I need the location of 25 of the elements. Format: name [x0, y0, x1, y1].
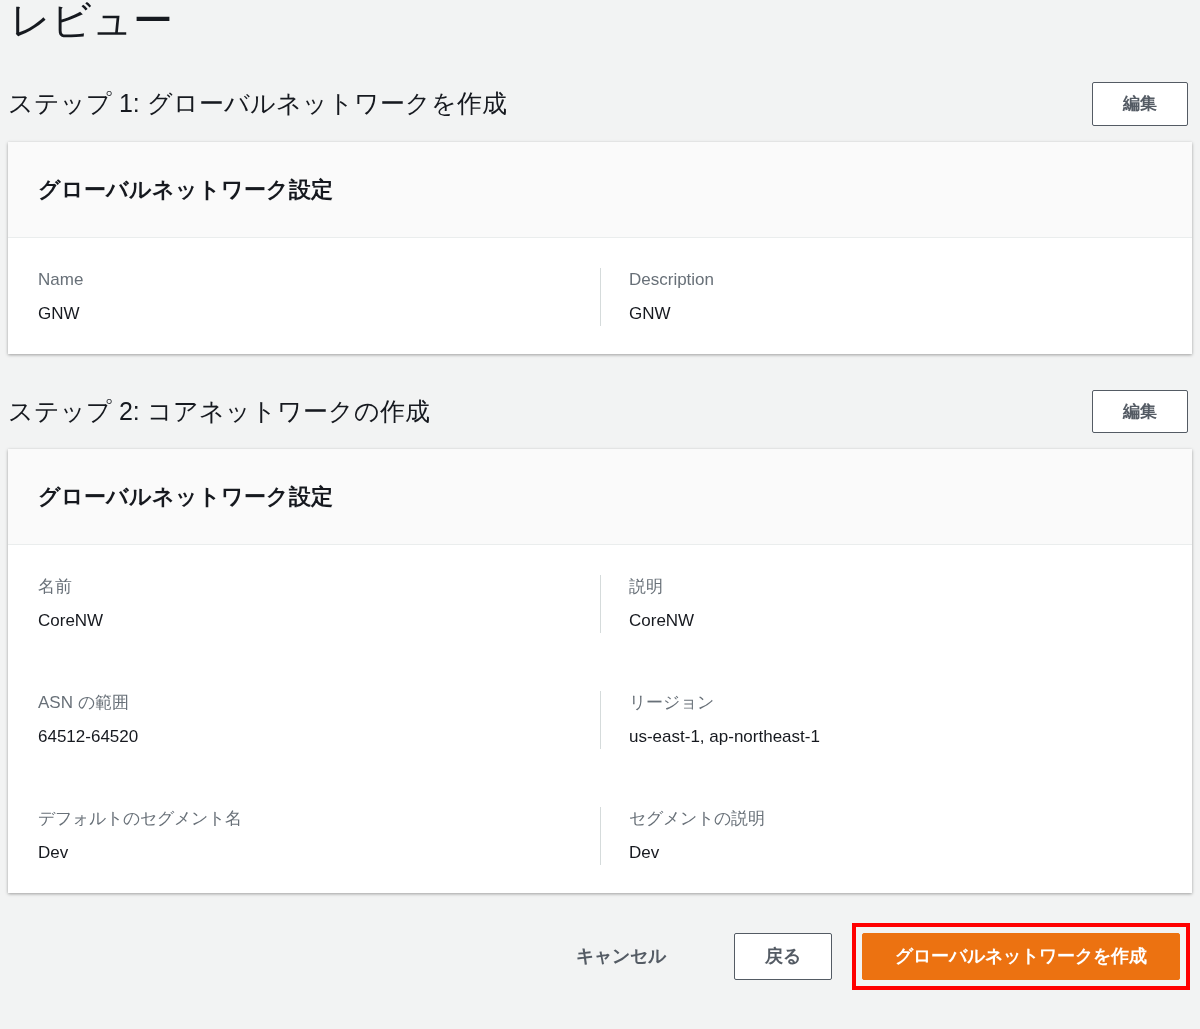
- field-label: 説明: [629, 576, 664, 598]
- card-title: グローバルネットワーク設定: [38, 175, 333, 204]
- field-label: 名前: [38, 576, 73, 598]
- field-value: Dev: [38, 842, 70, 864]
- field-value: CoreNW: [629, 610, 696, 632]
- step-heading: ステップ 1: グローバルネットワークを作成: [8, 88, 507, 119]
- field-value: Dev: [629, 842, 661, 864]
- edit-button[interactable]: 編集: [1092, 82, 1188, 126]
- field-label: デフォルトのセグメント名: [38, 808, 243, 830]
- field-label: セグメントの説明: [629, 808, 766, 830]
- step-heading: ステップ 2: コアネットワークの作成: [8, 395, 430, 427]
- field-label: Description: [629, 268, 716, 291]
- field-value: 64512-64520: [38, 726, 140, 748]
- back-button[interactable]: 戻る: [734, 933, 832, 980]
- field-label: リージョン: [629, 692, 715, 714]
- card-title: グローバルネットワーク設定: [38, 483, 333, 511]
- cancel-button[interactable]: キャンセル: [554, 935, 688, 978]
- page-title: レビュー: [9, 0, 174, 42]
- field-label: ASN の範囲: [38, 692, 130, 714]
- field-value: GNW: [38, 302, 81, 325]
- field-value: CoreNW: [38, 610, 105, 632]
- field-value: us-east-1, ap-northeast-1: [629, 726, 821, 748]
- field-value: GNW: [629, 302, 672, 325]
- field-label: Name: [38, 268, 85, 291]
- edit-button[interactable]: 編集: [1092, 389, 1188, 433]
